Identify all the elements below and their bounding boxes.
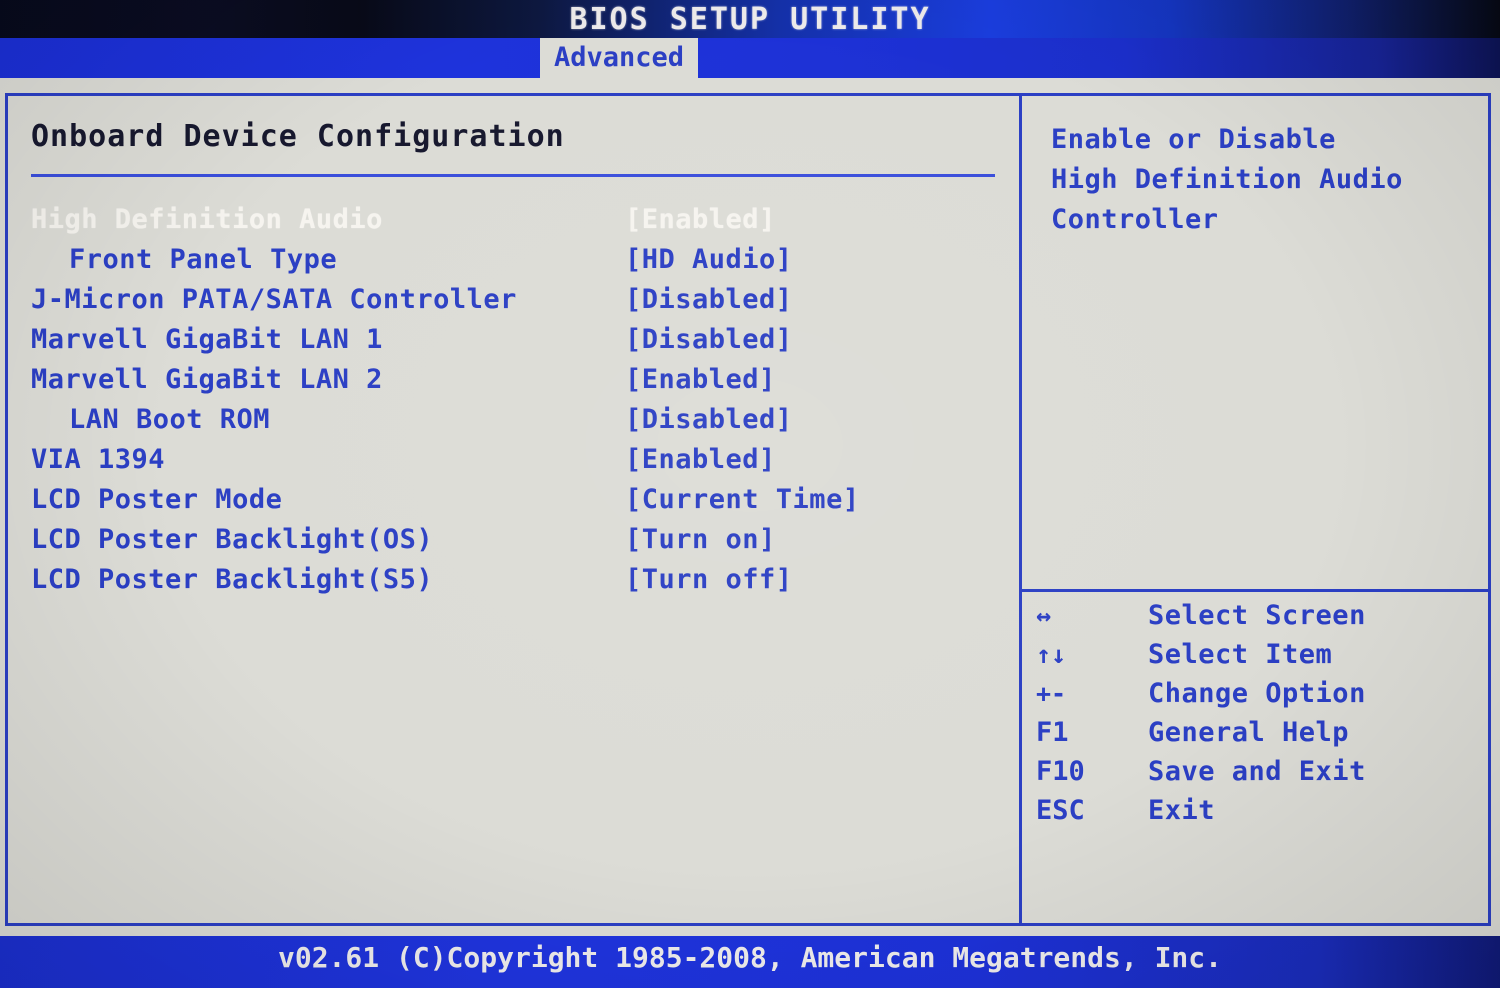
help-legend-divider <box>1022 589 1491 592</box>
settings-list: High Definition Audio [Enabled] Front Pa… <box>31 200 991 600</box>
key-legend-row-select-screen: ↔ Select Screen <box>1036 596 1476 635</box>
key-legend-row-select-item: ↑↓ Select Item <box>1036 635 1476 674</box>
key-legend-desc: Change Option <box>1148 678 1366 709</box>
setting-value[interactable]: [Disabled] <box>625 280 793 320</box>
menu-tab-bar[interactable]: Advanced <box>0 38 1500 78</box>
copyright-text: v02.61 (C)Copyright 1985-2008, American … <box>277 941 1222 974</box>
setting-row-via-1394[interactable]: VIA 1394 [Enabled] <box>31 440 991 480</box>
key-legend-row-change-option: +- Change Option <box>1036 674 1476 713</box>
setting-label: LCD Poster Backlight(OS) <box>31 524 434 555</box>
key-legend-row-exit: ESC Exit <box>1036 791 1476 830</box>
setting-row-jmicron-pata-sata-controller[interactable]: J-Micron PATA/SATA Controller [Disabled] <box>31 280 991 320</box>
setting-value[interactable]: [Turn off] <box>625 560 793 600</box>
setting-row-marvell-gigabit-lan-1[interactable]: Marvell GigaBit LAN 1 [Disabled] <box>31 320 991 360</box>
esc-key-icon: ESC <box>1036 795 1085 826</box>
setting-row-high-definition-audio[interactable]: High Definition Audio [Enabled] <box>31 200 991 240</box>
footer-bar: v02.61 (C)Copyright 1985-2008, American … <box>0 936 1500 988</box>
plus-minus-icon: +- <box>1036 679 1067 708</box>
setting-value[interactable]: [Disabled] <box>625 320 793 360</box>
tab-advanced[interactable]: Advanced <box>540 38 698 78</box>
setting-value[interactable]: [Enabled] <box>625 440 776 480</box>
setting-value[interactable]: [Disabled] <box>625 400 793 440</box>
help-line: High Definition Audio <box>1051 164 1403 195</box>
help-line: Enable or Disable <box>1051 124 1336 155</box>
panel-vertical-divider <box>1019 96 1022 923</box>
setting-row-lcd-poster-backlight-s5[interactable]: LCD Poster Backlight(S5) [Turn off] <box>31 560 991 600</box>
setting-row-front-panel-type[interactable]: Front Panel Type [HD Audio] <box>31 240 991 280</box>
setting-value[interactable]: [HD Audio] <box>625 240 793 280</box>
setting-label: J-Micron PATA/SATA Controller <box>31 284 517 315</box>
key-legend-row-general-help: F1 General Help <box>1036 713 1476 752</box>
setting-row-marvell-gigabit-lan-2[interactable]: Marvell GigaBit LAN 2 [Enabled] <box>31 360 991 400</box>
key-legend-desc: Save and Exit <box>1148 756 1366 787</box>
help-line: Controller <box>1051 204 1219 235</box>
setting-label: LCD Poster Mode <box>31 484 283 515</box>
footer-gap <box>0 926 1500 936</box>
f1-key-icon: F1 <box>1036 717 1069 748</box>
setting-row-lcd-poster-backlight-os[interactable]: LCD Poster Backlight(OS) [Turn on] <box>31 520 991 560</box>
setting-row-lan-boot-rom[interactable]: LAN Boot ROM [Disabled] <box>31 400 991 440</box>
setting-label: Marvell GigaBit LAN 1 <box>31 324 383 355</box>
section-underline <box>31 174 995 177</box>
setting-value[interactable]: [Enabled] <box>625 200 776 240</box>
bios-setup-screen: BIOS SETUP UTILITY Advanced Onboard Devi… <box>0 0 1500 988</box>
section-title: Onboard Device Configuration <box>31 119 565 154</box>
f10-key-icon: F10 <box>1036 756 1085 787</box>
up-down-arrow-icon: ↑↓ <box>1036 640 1067 669</box>
setting-value[interactable]: [Current Time] <box>625 480 860 520</box>
key-legend-desc: Exit <box>1148 795 1216 826</box>
key-legend-desc: Select Screen <box>1148 600 1366 631</box>
title-bar: BIOS SETUP UTILITY <box>0 0 1500 38</box>
key-legend-desc: General Help <box>1148 717 1350 748</box>
help-panel: Enable or Disable High Definition Audio … <box>1051 120 1471 240</box>
left-right-arrow-icon: ↔ <box>1036 601 1052 630</box>
setting-label: Front Panel Type <box>69 244 338 275</box>
key-legend-row-save-and-exit: F10 Save and Exit <box>1036 752 1476 791</box>
setting-row-lcd-poster-mode[interactable]: LCD Poster Mode [Current Time] <box>31 480 991 520</box>
setting-label: Marvell GigaBit LAN 2 <box>31 364 383 395</box>
setting-value[interactable]: [Turn on] <box>625 520 776 560</box>
setting-value[interactable]: [Enabled] <box>625 360 776 400</box>
setting-label: LAN Boot ROM <box>69 404 271 435</box>
page-title: BIOS SETUP UTILITY <box>569 2 931 37</box>
setting-label: High Definition Audio <box>31 204 383 235</box>
setting-label: LCD Poster Backlight(S5) <box>31 564 434 595</box>
setting-label: VIA 1394 <box>31 444 166 475</box>
key-legend-desc: Select Item <box>1148 639 1333 670</box>
key-legend: ↔ Select Screen ↑↓ Select Item +- Change… <box>1036 596 1476 830</box>
